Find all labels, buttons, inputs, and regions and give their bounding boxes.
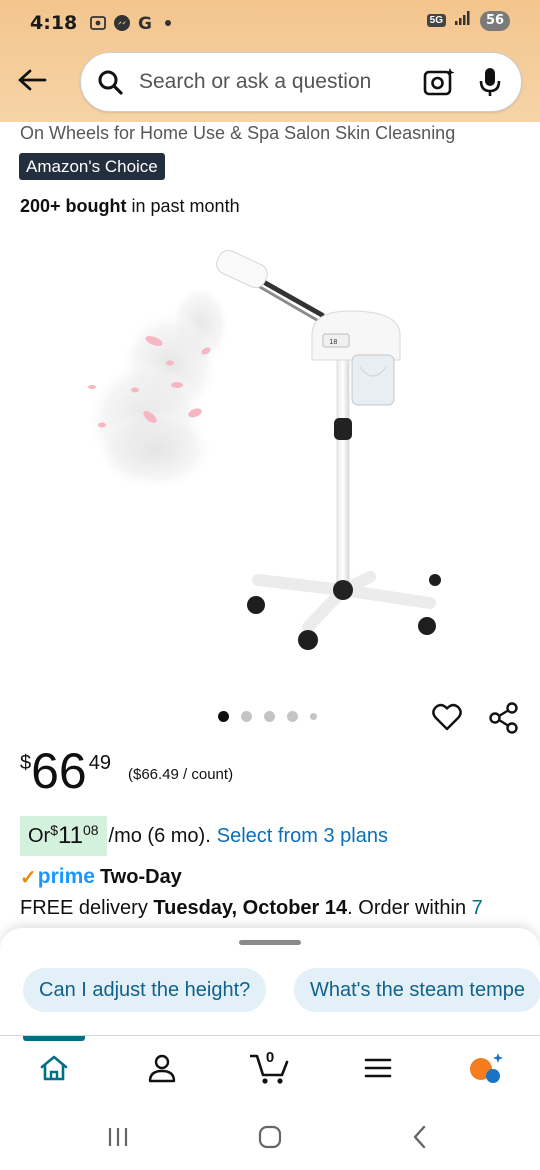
microphone-icon[interactable] <box>475 64 505 100</box>
tab-account[interactable] <box>140 1048 184 1092</box>
product-title[interactable]: On Wheels for Home Use & Spa Salon Skin … <box>20 123 455 144</box>
select-plans-link[interactable]: Select from 3 plans <box>217 825 388 848</box>
unit-price: ($66.49 / count) <box>128 766 234 783</box>
installment-currency: $ <box>50 822 59 838</box>
tab-menu[interactable] <box>356 1048 400 1092</box>
svg-text:18: 18 <box>329 338 337 346</box>
tab-home[interactable] <box>32 1048 76 1092</box>
product-image[interactable]: 18 <box>60 235 480 675</box>
steamer-base <box>247 571 441 650</box>
notification-icons: G <box>89 14 172 32</box>
carousel-dot[interactable] <box>264 711 275 722</box>
prime-logo-text: prime <box>37 865 95 888</box>
more-notifications-dot <box>165 20 172 26</box>
screenshot-notification-icon <box>89 14 107 32</box>
search-icon <box>95 67 125 97</box>
rufus-suggestions-sheet[interactable]: Can I adjust the height? What's the stea… <box>0 928 540 1036</box>
delivery-countdown: 7 <box>471 897 483 919</box>
prime-logo: ✓ prime <box>20 865 95 890</box>
bought-in-past-month: 200+ bought in past month <box>20 196 240 217</box>
battery-indicator: 56 <box>480 10 510 31</box>
installment-offer: Or $ 11 08 /mo (6 mo). Select from 3 pla… <box>20 816 388 856</box>
app-header: 4:18 G 5G 56 <box>0 0 540 122</box>
hamburger-menu-icon <box>363 1056 393 1085</box>
steamer-head: 18 <box>311 310 401 406</box>
price-currency: $ <box>20 752 32 774</box>
prime-speed: Two-Day <box>99 865 182 888</box>
carousel-dot[interactable] <box>241 711 252 722</box>
search-input[interactable] <box>125 70 421 94</box>
steamer-pole <box>336 359 350 591</box>
back-arrow-icon[interactable] <box>14 62 50 98</box>
installment-fraction: 08 <box>82 822 99 838</box>
carousel-dot[interactable] <box>287 711 298 722</box>
bottom-tab-bar: 0 <box>0 1036 540 1104</box>
prime-check-icon: ✓ <box>20 866 37 889</box>
recent-apps-icon[interactable] <box>98 1122 138 1152</box>
messenger-icon <box>113 14 131 32</box>
steam-mist <box>85 285 230 490</box>
carousel-dot[interactable] <box>310 713 317 720</box>
prime-row: ✓ prime Two-Day <box>20 862 182 892</box>
home-button-icon[interactable] <box>250 1122 290 1152</box>
price-fraction: 49 <box>88 752 111 774</box>
status-time: 4:18 <box>30 12 78 34</box>
signal-icon <box>454 10 472 31</box>
bought-suffix: in past month <box>126 196 240 216</box>
suggestion-chip[interactable]: Can I adjust the height? <box>23 968 267 1012</box>
status-bar: 4:18 G 5G 56 <box>0 0 540 46</box>
height-knob <box>334 418 352 440</box>
cart-count: 0 <box>265 1049 275 1066</box>
system-navigation-bar <box>0 1104 540 1170</box>
camera-lens-icon[interactable] <box>421 64 457 100</box>
carousel-dot[interactable] <box>218 711 229 722</box>
tab-rufus[interactable] <box>464 1048 508 1092</box>
network-type-icon: 5G <box>426 14 446 27</box>
sheet-grabber[interactable] <box>239 940 301 945</box>
amazons-choice-badge[interactable]: Amazon's Choice <box>19 153 165 180</box>
svg-text:G: G <box>138 14 152 32</box>
installment-or: Or <box>28 824 51 847</box>
heart-icon[interactable] <box>430 700 464 734</box>
status-right: 5G 56 <box>426 10 510 31</box>
share-icon[interactable] <box>486 700 522 736</box>
bought-count: 200+ bought <box>20 196 127 216</box>
google-icon: G <box>137 14 155 32</box>
delivery-info: FREE delivery Tuesday, October 14. Order… <box>20 897 483 920</box>
rufus-assistant-icon <box>467 1051 505 1090</box>
installment-highlight: Or $ 11 08 <box>20 816 107 856</box>
search-bar[interactable] <box>80 52 522 112</box>
price-whole: 66 <box>31 743 87 799</box>
steamer-arm <box>216 249 325 325</box>
delivery-date: Tuesday, October 14 <box>153 897 348 919</box>
price: $ 66 49 <box>20 742 111 800</box>
tab-cart[interactable]: 0 <box>248 1048 292 1092</box>
home-icon <box>39 1054 69 1087</box>
back-button-icon[interactable] <box>400 1122 440 1152</box>
image-carousel-dots[interactable] <box>218 711 317 722</box>
delivery-prefix: FREE delivery <box>20 897 154 919</box>
installment-whole: 11 <box>58 822 83 849</box>
delivery-middle: . Order within <box>347 897 472 919</box>
person-icon <box>147 1053 177 1088</box>
suggestion-chip[interactable]: What's the steam tempe <box>294 968 540 1012</box>
active-tab-indicator <box>23 1036 85 1041</box>
installment-term: /mo (6 mo). <box>108 824 211 847</box>
